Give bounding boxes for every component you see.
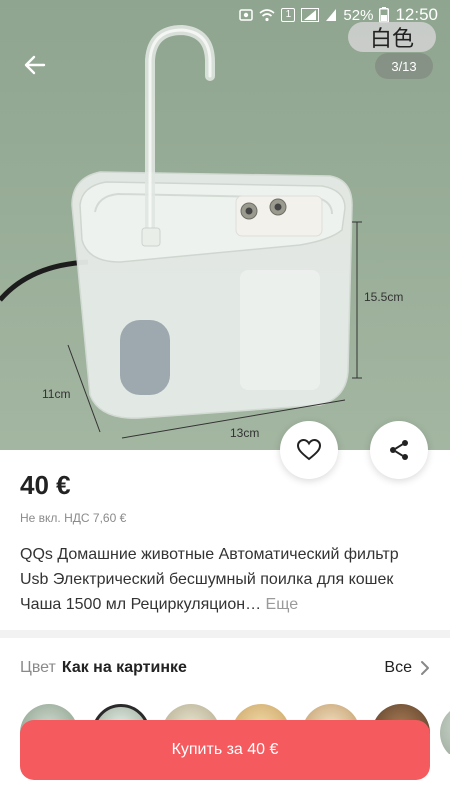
color-value: Как на картинке <box>61 659 187 676</box>
share-button[interactable] <box>370 421 428 479</box>
color-label: Цвет <box>20 659 56 676</box>
color-option-7[interactable] <box>440 704 450 754</box>
back-arrow-icon <box>24 55 46 75</box>
wifi-icon <box>259 8 275 22</box>
dimension-depth-label: 11cm <box>42 387 71 401</box>
color-selector-row[interactable]: Цвет Как на картинке Все <box>20 656 430 680</box>
favorite-button[interactable] <box>280 421 338 479</box>
show-more-link[interactable]: Еще <box>266 596 299 613</box>
see-all-label: Все <box>384 659 412 676</box>
back-button[interactable] <box>20 50 50 80</box>
variant-color-tag: 白色 <box>347 22 436 52</box>
product-title[interactable]: QQs Домашние животные Автоматический фил… <box>20 542 430 617</box>
chevron-right-icon <box>421 661 429 675</box>
battery-percent: 52% <box>343 6 374 24</box>
photo-notification-icon <box>239 8 254 22</box>
dimension-height-label: 15.5cm <box>364 290 404 304</box>
product-gallery[interactable]: 1 52% 12:50 白色 3/13 15.5cm 11cm 13cm <box>0 0 450 450</box>
see-all-colors-button[interactable]: Все <box>384 659 430 677</box>
dimension-width-label: 13cm <box>230 426 260 440</box>
image-counter: 3/13 <box>375 53 433 79</box>
buy-button[interactable]: Купить за 40 € <box>20 720 430 780</box>
vat-note: Не вкл. НДС 7,60 € <box>20 511 127 525</box>
signal-icon <box>301 8 320 22</box>
sim-badge: 1 <box>281 8 296 22</box>
share-icon <box>390 440 408 460</box>
signal-icon-2 <box>325 8 337 22</box>
product-title-text: QQs Домашние животные Автоматический фил… <box>20 546 399 613</box>
product-price: 40 € <box>20 470 71 500</box>
section-divider <box>0 630 450 638</box>
heart-icon <box>296 438 322 461</box>
